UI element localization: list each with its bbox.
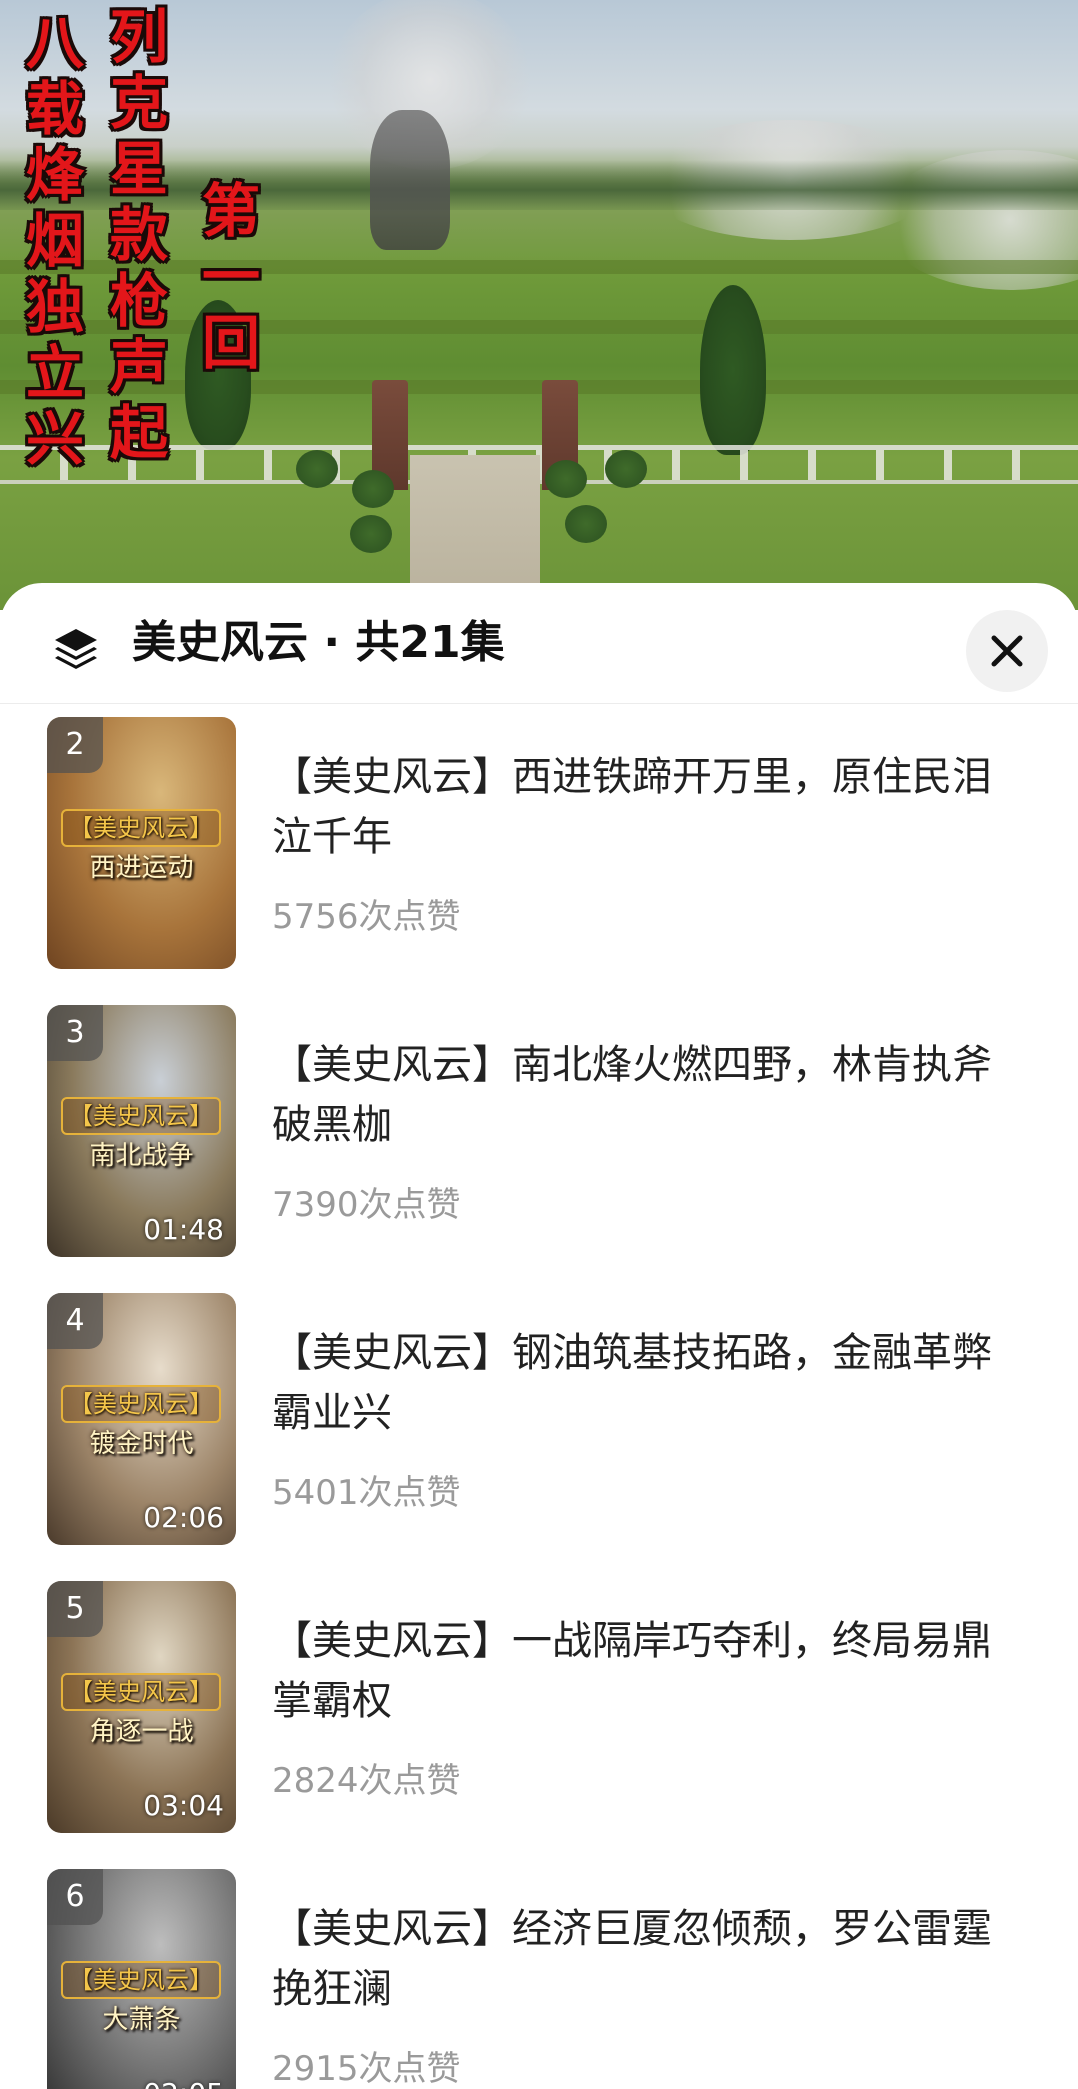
banner-title-char: 立 — [25, 339, 84, 407]
episode-number-badge: 3 — [47, 1005, 103, 1061]
episode-title[interactable]: 【美史风云】南北烽火燃四野，林肯执斧破黑枷 — [272, 1035, 1012, 1155]
episode-item[interactable]: 3 【美史风云】南北战争 01:48 【美史风云】南北烽火燃四野，林肯执斧破黑枷 739… — [0, 1005, 1078, 1293]
episode-item[interactable]: 2 【美史风云】西进运动 【美史风云】西进铁蹄开万里，原住民泪泣千年 5756次点赞 — [0, 717, 1078, 1005]
banner-title-char: 烟 — [25, 207, 84, 275]
banner-title-column-3: 第 一 回 — [198, 178, 264, 376]
shrub — [350, 515, 392, 553]
episode-likes: 5401次点赞 — [272, 1473, 461, 1513]
banner-title-char: 星 — [109, 135, 168, 203]
layers-icon — [55, 629, 97, 669]
thumbnail-series-tag: 【美史风云】 — [61, 809, 221, 847]
video-duration: 02:05 — [143, 2077, 224, 2089]
video-duration: 02:06 — [143, 1501, 224, 1534]
episode-likes: 2915次点赞 — [272, 2049, 461, 2089]
thumbnail-series-tag: 【美史风云】 — [61, 1961, 221, 1999]
thumbnail-series-tag: 【美史风云】 — [61, 1385, 221, 1423]
shrub — [565, 505, 607, 543]
sheet-header: 美史风云 · 共21集 — [0, 583, 1078, 704]
episode-thumbnail[interactable]: 5 【美史风云】角逐一战 03:04 — [47, 1581, 236, 1833]
episode-likes: 2824次点赞 — [272, 1761, 461, 1801]
banner-title-char: 第 — [201, 177, 260, 245]
episode-title[interactable]: 【美史风云】钢油筑基技拓路，金融革弊霸业兴 — [272, 1323, 1012, 1443]
episode-item[interactable]: 6 【美史风云】大萧条 02:05 【美史风云】经济巨厦忽倾颓，罗公雷霆挽狂澜 2915… — [0, 1869, 1078, 2089]
thumbnail-subtitle: 角逐一战 — [89, 1717, 194, 1747]
episode-title[interactable]: 【美史风云】一战隔岸巧夺利，终局易鼎掌霸权 — [272, 1611, 1012, 1731]
episode-list: 2 【美史风云】 西进运动 【美史风云】西进铁蹄开万里，原住民泪泣千年 5756次点赞 3… — [0, 717, 1078, 2089]
video-duration: 01:48 — [143, 1213, 224, 1246]
banner-title-column-2: 列 克 星 款 枪 声 起 — [106, 4, 172, 466]
episode-title[interactable]: 【美史风云】经济巨厦忽倾颓，罗公雷霆挽狂澜 — [272, 1899, 1012, 2019]
banner-title-char: 八 — [25, 9, 84, 77]
episode-number-badge: 6 — [47, 1869, 103, 1925]
thumbnail-subtitle: 镀金时代 — [89, 1429, 194, 1459]
thumbnail-series-tag: 【美史风云】 — [61, 1097, 221, 1135]
episode-thumbnail[interactable]: 2 【美史风云】西进运动 — [47, 717, 236, 969]
banner-title-char: 克 — [109, 69, 168, 137]
episode-number-badge: 2 — [47, 717, 103, 773]
episode-number-badge: 5 — [47, 1581, 103, 1637]
banner-title-column-1: 八 载 烽 烟 独 立 兴 — [22, 10, 88, 472]
episode-title[interactable]: 【美史风云】西进铁蹄开万里，原住民泪泣千年 — [272, 747, 1012, 867]
episode-number-badge: 4 — [47, 1293, 103, 1349]
banner-title-char: 烽 — [25, 141, 84, 209]
episode-thumbnail[interactable]: 6 【美史风云】大萧条 02:05 — [47, 1869, 236, 2089]
thumbnail-series-tag: 【美史风云】 — [61, 1673, 221, 1711]
shrub — [296, 450, 338, 488]
shrub — [605, 450, 647, 488]
episode-item[interactable]: 5 【美史风云】角逐一战 03:04 【美史风云】一战隔岸巧夺利，终局易鼎掌霸权 282… — [0, 1581, 1078, 1869]
close-button[interactable] — [966, 610, 1048, 692]
episode-thumbnail[interactable]: 4 【美史风云】镀金时代 02:06 — [47, 1293, 236, 1545]
cypress-tree — [700, 285, 766, 455]
episode-sheet: 美史风云 · 共21集 2 【美史风云】 西进运动 【美史风云】西进铁蹄开万里，原住民… — [0, 583, 1078, 2089]
video-duration: 03:04 — [143, 1789, 224, 1822]
episode-thumbnail[interactable]: 3 【美史风云】南北战争 01:48 — [47, 1005, 236, 1257]
banner-title-char: 一 — [201, 243, 260, 311]
banner-title-char: 起 — [109, 399, 168, 467]
close-icon — [991, 635, 1023, 667]
episode-item[interactable]: 4 【美史风云】镀金时代 02:06 【美史风云】钢油筑基技拓路，金融革弊霸业兴 540… — [0, 1293, 1078, 1581]
thumbnail-subtitle: 大萧条 — [102, 2005, 181, 2035]
banner-title-char: 独 — [25, 273, 84, 341]
banner-title-char: 枪 — [109, 267, 168, 335]
sheet-title: 美史风云 · 共21集 — [132, 617, 505, 668]
smoke-column — [370, 110, 450, 250]
banner-title-char: 回 — [201, 309, 260, 377]
banner-title-char: 列 — [109, 3, 168, 71]
banner-title-char: 载 — [25, 75, 84, 143]
banner-title-char: 兴 — [25, 405, 84, 473]
video-banner[interactable]: 八 载 烽 烟 独 立 兴 列 克 星 款 枪 声 起 第 一 回 — [0, 0, 1078, 610]
banner-title-char: 款 — [109, 201, 168, 269]
episode-likes: 5756次点赞 — [272, 897, 461, 937]
episode-likes: 7390次点赞 — [272, 1185, 461, 1225]
banner-title-char: 声 — [109, 333, 168, 401]
shrub — [352, 470, 394, 508]
thumbnail-subtitle: 西进运动 — [89, 853, 194, 883]
shrub — [545, 460, 587, 498]
page: 八 载 烽 烟 独 立 兴 列 克 星 款 枪 声 起 第 一 回 美史风云 ·… — [0, 0, 1078, 2089]
thumbnail-subtitle: 南北战争 — [89, 1141, 194, 1171]
